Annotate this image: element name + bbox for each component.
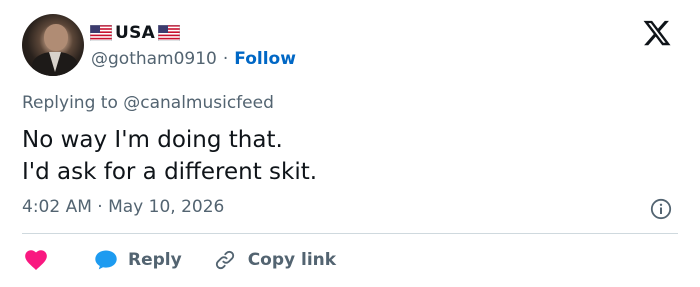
tweet-text: No way I'm doing that. I'd ask for a dif…: [22, 124, 317, 188]
link-icon: [215, 250, 234, 270]
tweet-text-line: No way I'm doing that.: [22, 127, 283, 153]
handle-row: @gotham0910 · Follow: [91, 49, 296, 69]
like-button[interactable]: [22, 246, 52, 274]
info-icon[interactable]: [650, 198, 672, 220]
separator-dot: ·: [222, 49, 229, 69]
avatar-face: [44, 24, 68, 51]
copy-link-label: Copy link: [247, 250, 337, 270]
display-name[interactable]: USA: [115, 23, 155, 43]
reply-label: Reply: [128, 250, 182, 270]
timestamp[interactable]: 4:02 AM · May 10, 2026: [22, 197, 224, 217]
reply-bubble-icon: [95, 250, 117, 270]
reply-button[interactable]: Reply: [94, 249, 182, 271]
x-logo-icon[interactable]: [642, 18, 672, 48]
us-flag-icon: [90, 25, 112, 41]
follow-button[interactable]: Follow: [234, 49, 296, 69]
user-handle[interactable]: @gotham0910: [91, 49, 217, 69]
avatar[interactable]: [22, 14, 84, 76]
author-name-row[interactable]: USA: [90, 22, 181, 44]
us-flag-icon: [158, 25, 181, 41]
heart-icon: [25, 250, 47, 270]
copy-link-button[interactable]: Copy link: [214, 249, 336, 271]
divider: [22, 233, 678, 234]
replying-to: Replying to @canalmusicfeed: [22, 93, 274, 113]
action-bar: Reply Copy link: [22, 246, 336, 274]
tweet-text-line: I'd ask for a different skit.: [22, 159, 318, 185]
